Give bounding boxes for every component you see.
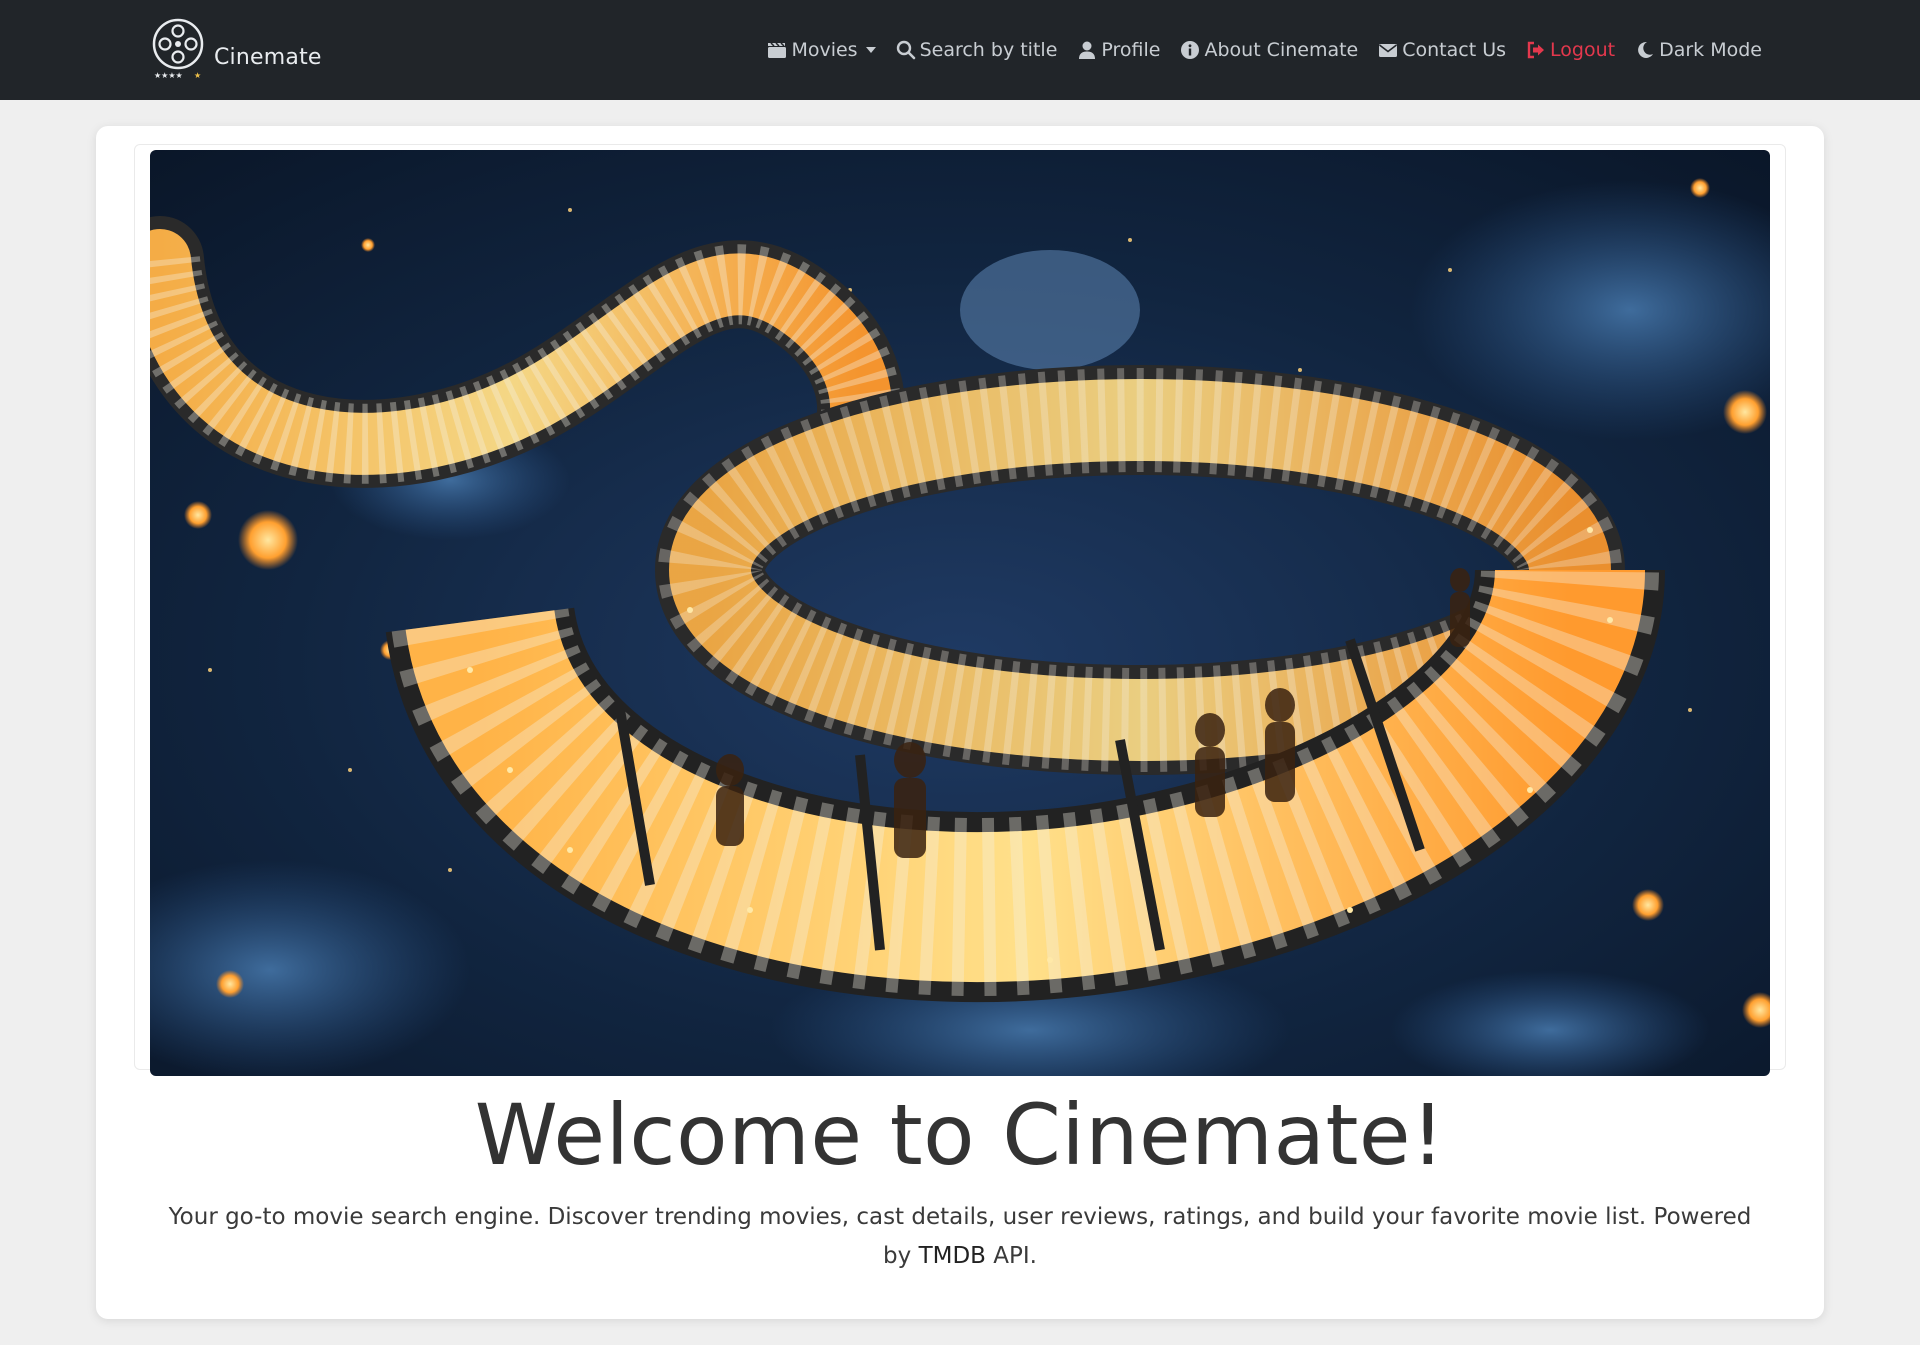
nav-contact[interactable]: Contact Us xyxy=(1378,39,1506,61)
clapperboard-icon xyxy=(768,42,787,58)
nav-logout[interactable]: Logout xyxy=(1526,39,1615,61)
nav-movies-label: Movies xyxy=(791,39,858,61)
navbar: ★★★★ ★ Cinemate Movies Search by title P… xyxy=(0,0,1920,100)
film-reel-icon: ★★★★ ★ xyxy=(152,18,204,80)
nav-profile[interactable]: Profile xyxy=(1077,39,1160,61)
tmdb-link[interactable]: TMDB xyxy=(919,1243,986,1269)
hero-image xyxy=(150,150,1770,1076)
brand-link[interactable]: ★★★★ ★ Cinemate xyxy=(150,18,322,82)
moon-icon xyxy=(1638,41,1654,58)
info-icon xyxy=(1181,41,1200,59)
nav-search-label: Search by title xyxy=(919,39,1058,61)
nav-about[interactable]: About Cinemate xyxy=(1180,39,1358,61)
chevron-down-icon xyxy=(865,47,876,53)
main-nav: Movies Search by title Profile About Cin xyxy=(767,0,1762,100)
nav-about-label: About Cinemate xyxy=(1204,39,1359,61)
nav-search[interactable]: Search by title xyxy=(896,39,1058,61)
welcome-card: Welcome to Cinemate! Your go-to movie se… xyxy=(96,126,1824,1319)
nav-profile-label: Profile xyxy=(1101,39,1161,61)
tagline-suffix: API. xyxy=(993,1243,1037,1269)
user-icon xyxy=(1079,41,1096,59)
nav-logout-label: Logout xyxy=(1550,39,1616,61)
brand-name: Cinemate xyxy=(214,44,322,70)
nav-contact-label: Contact Us xyxy=(1402,39,1507,61)
nav-movies-dropdown[interactable]: Movies xyxy=(767,39,876,61)
envelope-icon xyxy=(1379,44,1398,57)
sign-out-icon xyxy=(1527,41,1545,59)
page-title: Welcome to Cinemate! xyxy=(474,1086,1446,1184)
tagline: Your go-to movie search engine. Discover… xyxy=(156,1198,1764,1276)
dark-mode-toggle[interactable]: Dark Mode xyxy=(1635,39,1762,61)
search-icon xyxy=(896,40,915,60)
glowing-film-reel-illustration xyxy=(150,150,1770,1076)
svg-text:★★★★: ★★★★ xyxy=(154,71,183,80)
svg-text:★: ★ xyxy=(194,71,201,80)
dark-mode-label: Dark Mode xyxy=(1659,39,1762,61)
